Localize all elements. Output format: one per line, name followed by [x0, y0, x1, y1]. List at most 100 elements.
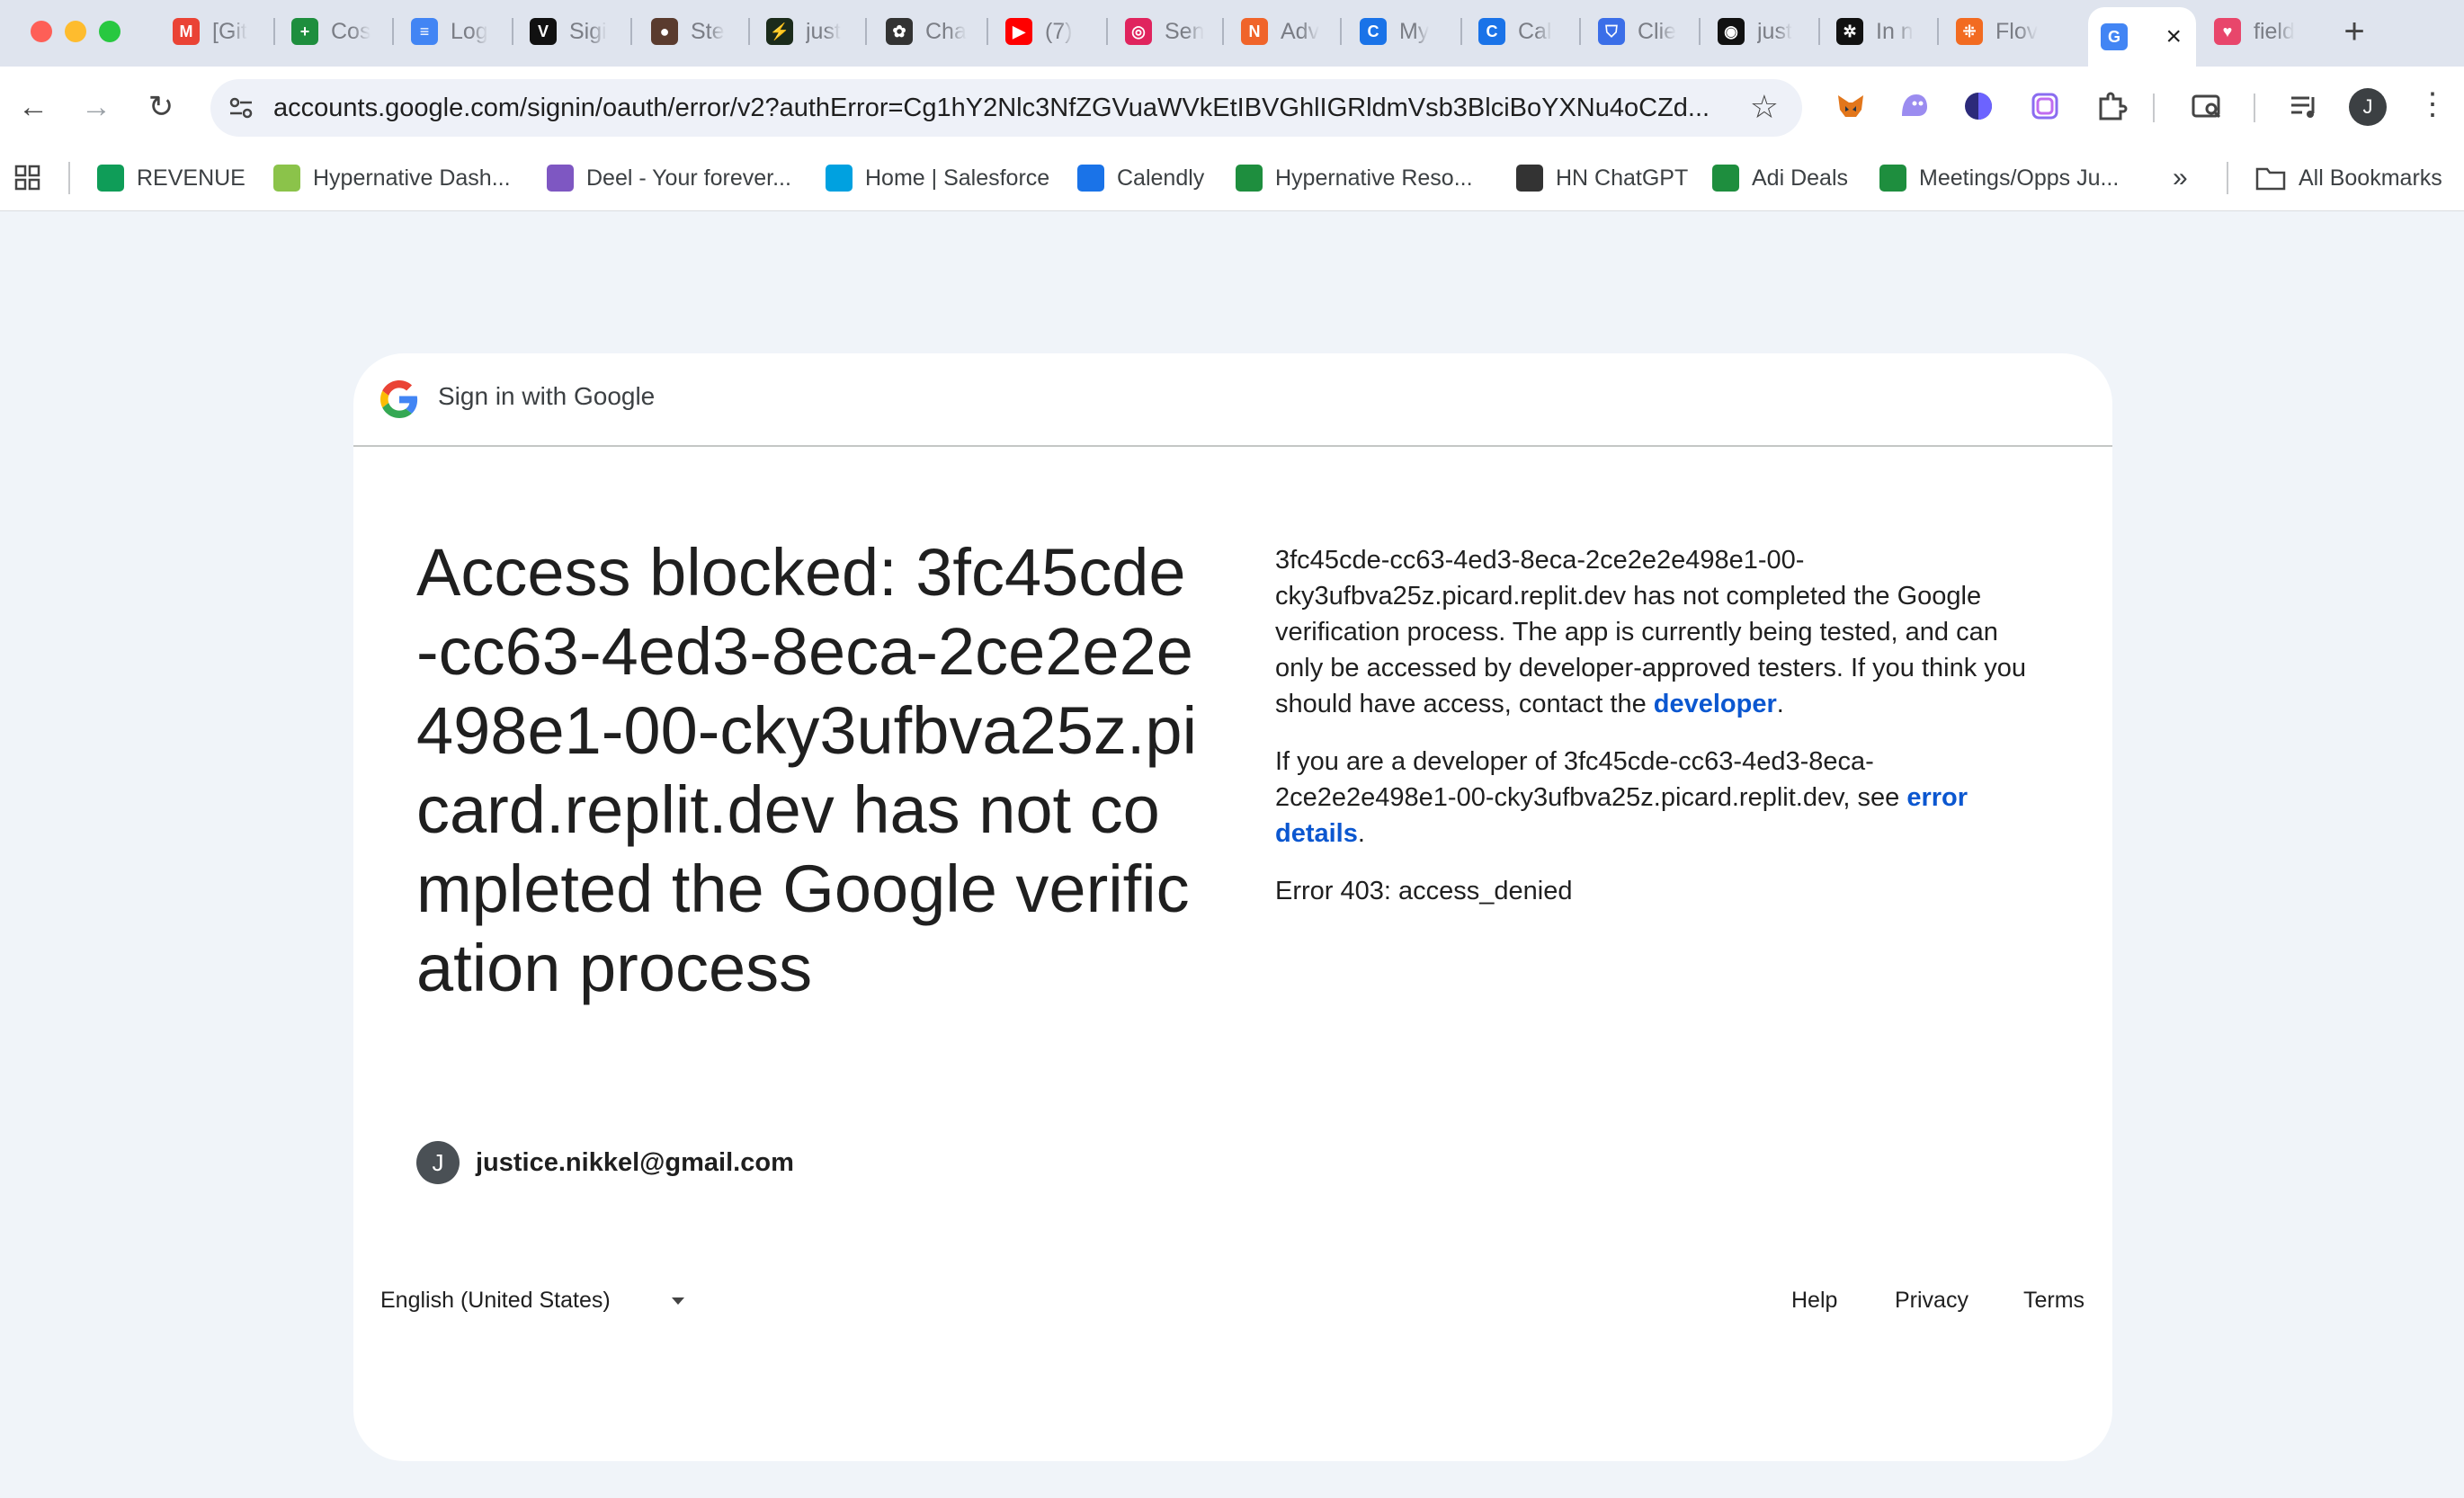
help-link[interactable]: Help: [1791, 1288, 1837, 1314]
heart-icon: ♥: [2214, 18, 2241, 45]
tab-active[interactable]: G ×: [2088, 7, 2196, 67]
calendly-icon: [1077, 165, 1104, 192]
apps-grid-icon[interactable]: [14, 160, 41, 196]
bookmark-label: REVENUE: [137, 165, 246, 191]
sheets-icon: +: [291, 18, 318, 45]
browser-tab[interactable]: M [Git: [160, 5, 270, 58]
browser-tab[interactable]: ✲ In n: [1824, 5, 1933, 58]
bookmark-item[interactable]: REVENUE: [97, 160, 246, 196]
browser-tab[interactable]: V Sigi: [517, 5, 627, 58]
tab-label: My: [1399, 18, 1430, 44]
browser-tab[interactable]: ⚡ just: [754, 5, 862, 58]
metamask-icon[interactable]: [1831, 86, 1870, 126]
bookmark-item[interactable]: Deel - Your forever...: [547, 160, 791, 196]
card-header: Sign in with Google: [353, 353, 2112, 447]
browser-tab[interactable]: ◉ just: [1705, 5, 1815, 58]
hypernative-icon: [273, 165, 300, 192]
sheets-icon: [1236, 165, 1263, 192]
tab-separator: [1340, 18, 1342, 45]
browser-tab[interactable]: N Adv: [1228, 5, 1336, 58]
all-bookmarks-label: All Bookmarks: [2299, 165, 2442, 191]
profile-avatar[interactable]: J: [2349, 88, 2387, 126]
close-window-button[interactable]: [31, 21, 52, 42]
language-label: English (United States): [380, 1288, 611, 1313]
terms-link[interactable]: Terms: [2023, 1288, 2085, 1314]
bookmark-label: Hypernative Dash...: [313, 165, 511, 191]
tab-separator: [1222, 18, 1224, 45]
developer-text: If you are a developer of 3fc45cde-cc63-…: [1275, 747, 1907, 812]
toolbar-divider: [2254, 94, 2255, 122]
bookmark-item[interactable]: Meetings/Opps Ju...: [1879, 160, 2119, 196]
tab-label: Sigi: [569, 18, 607, 44]
sheets-icon: [1879, 165, 1906, 192]
sheets-icon: [1712, 165, 1739, 192]
browser-tab[interactable]: ♥ field: [2201, 5, 2311, 58]
extensions-puzzle-icon[interactable]: [2092, 86, 2131, 126]
description-period: .: [1776, 690, 1784, 718]
bookmark-item[interactable]: HN ChatGPT: [1516, 160, 1688, 196]
bolt-icon: ⚡: [766, 18, 793, 45]
eclipse-extension-icon[interactable]: [1959, 86, 1998, 126]
bookmarks-divider: [68, 162, 70, 194]
bookmark-label: Home | Salesforce: [865, 165, 1050, 191]
browser-tab[interactable]: ▶ (7): [993, 5, 1103, 58]
bookmark-item[interactable]: Home | Salesforce: [826, 160, 1049, 196]
tab-label: Log: [451, 18, 488, 44]
back-button[interactable]: ←: [13, 86, 54, 128]
bookmarks-overflow-button[interactable]: »: [2173, 160, 2188, 196]
browser-tab[interactable]: ◎ Sen: [1112, 5, 1219, 58]
bookmark-item[interactable]: Calendly: [1077, 160, 1204, 196]
browser-tab[interactable]: C Cal: [1466, 5, 1576, 58]
browser-tab[interactable]: ● Ste: [638, 5, 745, 58]
close-tab-icon[interactable]: ×: [2165, 22, 2182, 52]
bookmark-item[interactable]: Hypernative Reso...: [1236, 160, 1473, 196]
folder-icon: [2255, 167, 2286, 191]
tab-label: [Git: [212, 18, 247, 44]
tab-search-icon[interactable]: [2187, 86, 2227, 126]
bookmarks-bar: REVENUE Hypernative Dash... Deel - Your fo…: [0, 147, 2464, 211]
bookmark-label: Calendly: [1117, 165, 1205, 191]
site-settings-icon[interactable]: [227, 94, 255, 122]
address-bar[interactable]: accounts.google.com/signin/oauth/error/v…: [210, 79, 1802, 137]
browser-tab[interactable]: ✿ Cha: [873, 5, 983, 58]
tab-label: (7): [1045, 18, 1073, 44]
tab-separator: [1818, 18, 1820, 45]
url-text[interactable]: accounts.google.com/signin/oauth/error/v…: [273, 94, 1730, 123]
forward-button[interactable]: →: [76, 86, 117, 128]
ghost-extension-icon[interactable]: [1894, 86, 1933, 126]
browser-tab[interactable]: ≡ Log: [398, 5, 508, 58]
all-bookmarks-button[interactable]: All Bookmarks: [2255, 160, 2442, 196]
browser-tab[interactable]: C My: [1347, 5, 1457, 58]
card-header-title: Sign in with Google: [438, 382, 656, 410]
google-icon: G: [2101, 23, 2128, 50]
privacy-link[interactable]: Privacy: [1895, 1288, 1969, 1314]
page-title: Access blocked: 3fc45cde-cc63-4ed3-8eca-…: [416, 535, 1198, 1005]
tab-separator: [512, 18, 513, 45]
language-select[interactable]: English (United States): [380, 1288, 686, 1314]
bookmark-star-icon[interactable]: ☆: [1750, 88, 1779, 126]
maximize-window-button[interactable]: [99, 21, 121, 42]
tab-label: In n: [1876, 18, 1914, 44]
new-tab-button[interactable]: +: [2336, 9, 2372, 54]
tab-label: just: [1757, 18, 1792, 44]
browser-tab[interactable]: ⛉ Clie: [1585, 5, 1695, 58]
minimize-window-button[interactable]: [65, 21, 86, 42]
calendly-icon: C: [1360, 18, 1387, 45]
bookmark-item[interactable]: Adi Deals: [1712, 160, 1848, 196]
account-email: justice.nikkel@gmail.com: [476, 1147, 794, 1177]
tab-separator: [1579, 18, 1581, 45]
browser-tab[interactable]: + Cos: [279, 5, 388, 58]
reload-button[interactable]: ↻: [140, 86, 182, 128]
browser-menu-icon[interactable]: ⋮: [2417, 86, 2448, 122]
tab-strip: M [Git + Cos ≡ Log V Sigi ● Ste ⚡ just ✿ Cha ▶ (7) ◎ Sen N…: [0, 0, 2464, 67]
layers-extension-icon[interactable]: [2025, 86, 2065, 126]
account-chip[interactable]: J justice.nikkel@gmail.com: [416, 1141, 794, 1184]
docs-icon: ≡: [411, 18, 438, 45]
media-controls-icon[interactable]: [2284, 86, 2324, 126]
browser-tab[interactable]: ⁜ Flov: [1943, 5, 2071, 58]
developer-link[interactable]: developer: [1654, 690, 1777, 718]
youtube-icon: ▶: [1005, 18, 1032, 45]
browser-toolbar: ← → ↻ accounts.google.com/signin/oauth/e…: [0, 67, 2464, 147]
bookmark-item[interactable]: Hypernative Dash...: [273, 160, 511, 196]
tab-separator: [1937, 18, 1939, 45]
